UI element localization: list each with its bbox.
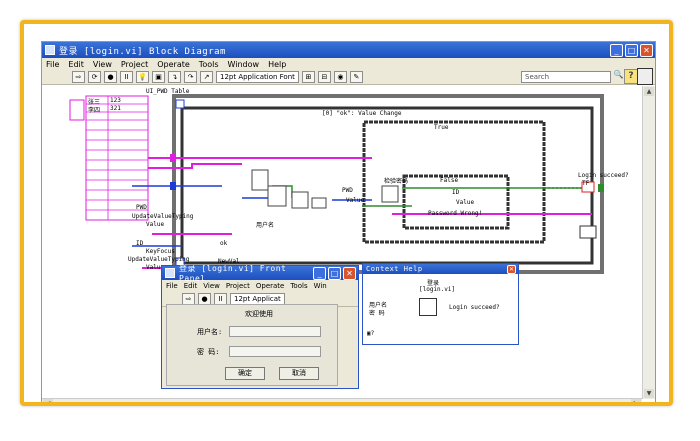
ch-vi-icon [419, 298, 437, 316]
align-objects-icon[interactable]: ⊞ [301, 71, 315, 83]
menu-bar: File Edit View Project Operate Tools Win… [42, 58, 655, 70]
pwd-node-label: PWD [342, 187, 353, 194]
close-button[interactable]: ✕ [640, 43, 653, 57]
event-case-selector[interactable]: [0] "ok": Value Change [322, 110, 401, 117]
id-node-label: ID [452, 189, 460, 196]
ok-button[interactable]: 确定 [225, 367, 265, 380]
font-selector[interactable]: 12pt Application Font [216, 71, 299, 83]
fp-menu-tools[interactable]: Tools [290, 282, 307, 290]
pause-icon[interactable]: II [120, 71, 133, 83]
ch-close-button[interactable]: ✕ [507, 264, 516, 274]
fp-menu-edit[interactable]: Edit [184, 282, 198, 290]
cancel-button[interactable]: 取消 [279, 367, 319, 380]
pwd-node-value: Value [346, 197, 365, 204]
horizontal-scrollbar[interactable]: ◀ ▶ [42, 398, 642, 402]
table-cell-pwd-1: 123 [110, 97, 121, 104]
step-over-icon[interactable]: ↷ [184, 71, 197, 83]
menu-help[interactable]: Help [268, 60, 286, 69]
run-continuously-icon[interactable]: ⟳ [88, 71, 101, 83]
pwd-property-label: PWD [136, 204, 147, 211]
id-property-2: UpdateValueTyping [128, 256, 190, 263]
front-panel-window: 登录 [login.vi] Front Panel _ □ ✕ File Edi… [161, 264, 359, 389]
menu-operate[interactable]: Operate [157, 60, 190, 69]
ch-lock-icon[interactable]: ▣? [367, 330, 374, 337]
fp-menu-view[interactable]: View [203, 282, 220, 290]
window-title: 登录 [login.vi] Block Diagram [59, 46, 226, 57]
menu-tools[interactable]: Tools [199, 60, 219, 69]
fp-menu-window[interactable]: Win [314, 282, 327, 290]
pwd-property-1: UpdateValueTyping [132, 213, 194, 220]
screenshot-frame: 登录 [login.vi] Block Diagram _ □ ✕ File E… [20, 20, 673, 406]
username-field[interactable] [229, 326, 321, 337]
username-label: 用户名: [197, 328, 223, 336]
string-const-check-pwd: 检验密码 [384, 178, 409, 185]
front-panel-titlebar[interactable]: 登录 [login.vi] Front Panel _ □ ✕ [162, 264, 358, 283]
password-field[interactable] [229, 346, 321, 357]
vi-window-icon [45, 45, 55, 55]
abort-icon[interactable]: ● [104, 71, 117, 83]
table-label: UI_PWD Table [146, 88, 190, 95]
run-arrow-icon[interactable]: ⇨ [72, 71, 85, 83]
menu-project[interactable]: Project [121, 60, 148, 69]
login-panel: 欢迎使用 用户名: 密 码: 确定 取消 [166, 304, 338, 386]
vertical-scrollbar[interactable]: ▲ ▼ [642, 86, 655, 399]
error-string-const: Password Wrong! [428, 210, 483, 217]
fp-maximize-button[interactable]: □ [328, 266, 341, 280]
fp-minimize-button[interactable]: _ [313, 266, 326, 280]
scroll-left-icon[interactable]: ◀ [43, 399, 53, 402]
reorder-icon[interactable]: ◉ [333, 71, 347, 83]
block-diagram-titlebar[interactable]: 登录 [login.vi] Block Diagram _ □ ✕ [42, 42, 655, 58]
maximize-button[interactable]: □ [625, 43, 638, 57]
table-cell-name-2: 李四 [88, 107, 101, 114]
scroll-down-icon[interactable]: ▼ [644, 389, 654, 398]
ch-output-login: Login succeed? [449, 304, 500, 311]
help-icon[interactable]: ? [624, 69, 638, 84]
minimize-button[interactable]: _ [610, 43, 623, 57]
menu-edit[interactable]: Edit [68, 60, 84, 69]
vi-window-icon [165, 268, 175, 278]
table-cell-pwd-2: 321 [110, 105, 121, 112]
id-node-value: Value [456, 199, 475, 206]
password-label: 密 码: [197, 348, 220, 356]
menu-file[interactable]: File [46, 60, 59, 69]
scroll-up-icon[interactable]: ▲ [644, 87, 654, 96]
login-succeed-label: Login succeed? [578, 172, 629, 179]
highlight-execution-icon[interactable]: 💡 [136, 71, 149, 83]
string-const-username: 用户名 [256, 222, 275, 229]
search-input[interactable]: Search [521, 71, 611, 83]
scroll-right-icon[interactable]: ▶ [631, 399, 641, 402]
search-icon[interactable]: 🔍 [613, 70, 624, 81]
fp-menu-project[interactable]: Project [226, 282, 250, 290]
fp-menu-operate[interactable]: Operate [256, 282, 284, 290]
pwd-property-2: Value [146, 221, 165, 228]
tf-indicator: TF [582, 180, 590, 187]
ch-input-password: 密 码 [369, 310, 385, 317]
retain-wire-icon[interactable]: ▣ [152, 71, 165, 83]
menu-view[interactable]: View [93, 60, 112, 69]
context-help-titlebar[interactable]: Context Help ✕ [363, 264, 518, 274]
ch-vi-file: [login.vi] [419, 286, 456, 293]
distribute-objects-icon[interactable]: ⊟ [317, 71, 331, 83]
true-case-selector[interactable]: True [434, 124, 448, 131]
fp-close-button[interactable]: ✕ [343, 266, 356, 280]
ok-terminal-label: ok [220, 240, 228, 247]
menu-window[interactable]: Window [228, 60, 260, 69]
id-property-1: KeyFocus [146, 248, 175, 255]
step-out-icon[interactable]: ↗ [200, 71, 213, 83]
vi-connector-icon [637, 68, 653, 85]
panel-title: 欢迎使用 [245, 310, 273, 318]
context-help-window: Context Help ✕ 登录 [login.vi] 用户名 密 码 Log… [362, 263, 519, 345]
context-help-title: Context Help [366, 265, 423, 273]
false-case-selector[interactable]: False [440, 177, 458, 184]
fp-menu-bar: File Edit View Project Operate Tools Win [162, 280, 358, 292]
fp-menu-file[interactable]: File [166, 282, 178, 290]
front-panel-title: 登录 [login.vi] Front Panel [179, 264, 287, 283]
cleanup-diagram-icon[interactable]: ✎ [349, 71, 363, 83]
step-into-icon[interactable]: ↴ [168, 71, 181, 83]
id-property-label: ID [136, 240, 144, 247]
